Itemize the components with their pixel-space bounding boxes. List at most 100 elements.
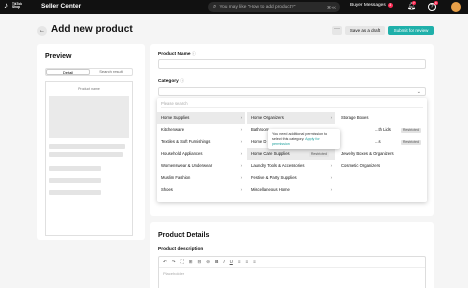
chevron-right-icon: › xyxy=(330,115,332,120)
image-icon[interactable]: ⊞ xyxy=(189,259,193,265)
category-item-label: ...s xyxy=(375,139,381,144)
category-item-label: Jewelry Boxes & Organizers xyxy=(341,151,394,156)
category-item[interactable]: Household Appliances › xyxy=(157,148,245,160)
align-left-icon[interactable]: ≡ xyxy=(238,259,241,265)
category-item[interactable]: Festive & Party Supplies › xyxy=(247,172,335,184)
buyer-messages-badge: 3 xyxy=(387,3,393,8)
save-draft-button[interactable]: Save as a draft xyxy=(345,26,385,35)
align-right-icon[interactable]: ≡ xyxy=(253,259,256,265)
category-item-label: Womenswear & Underwear xyxy=(161,163,213,168)
editor-toolbar: ↶ ↷ ⛶ ⊞ ⊟ ⊖ B I U ≡ ≡ ≡ xyxy=(159,257,425,268)
redo-icon[interactable]: ↷ xyxy=(172,259,176,265)
logo-text: TikTok Shop xyxy=(12,1,22,9)
category-item[interactable]: ...s Restricted xyxy=(337,136,425,148)
preview-title: Preview xyxy=(45,53,72,60)
category-item[interactable]: Home Supplies › xyxy=(157,112,245,124)
align-center-icon[interactable]: ≡ xyxy=(245,259,248,265)
italic-icon[interactable]: I xyxy=(223,259,224,265)
category-item[interactable]: Cosmetic Organizers xyxy=(337,160,425,172)
category-item-label: Miscellaneous Home xyxy=(251,187,290,192)
search-icon: ⌕ xyxy=(213,3,217,10)
preview-tabs: Detail Search result xyxy=(45,68,133,76)
chevron-right-icon: › xyxy=(240,151,242,156)
category-item[interactable]: Laundry Tools & Accessories › xyxy=(247,160,335,172)
info-icon[interactable]: ⓘ xyxy=(192,51,196,56)
tab-detail[interactable]: Detail xyxy=(46,69,90,75)
category-item[interactable]: Kitchenware › xyxy=(157,124,245,136)
undo-icon[interactable]: ↶ xyxy=(163,259,167,265)
skeleton-line xyxy=(49,144,125,149)
chevron-right-icon: › xyxy=(330,175,332,180)
phone-product-name: Product name xyxy=(78,87,100,91)
category-column-2: Home Organizers › Bathroom Home D Home Ca… xyxy=(247,112,335,196)
search-shortcut: ⌘+K xyxy=(326,4,336,10)
avatar[interactable] xyxy=(451,2,461,12)
category-search-input[interactable]: Please search xyxy=(161,100,423,108)
preview-panel: Preview Detail Search result Product nam… xyxy=(37,44,145,240)
chevron-right-icon: › xyxy=(240,127,242,132)
category-item-label: Home Supplies xyxy=(161,115,190,120)
skeleton-line xyxy=(49,152,123,157)
product-name-label: Product Name ⓘ xyxy=(158,51,196,57)
tab-search-result[interactable]: Search result xyxy=(90,69,132,75)
category-select[interactable]: ⌄ xyxy=(158,87,426,96)
product-details-panel: Product Details Product description ↶ ↷ … xyxy=(150,222,434,288)
category-item-label: Festive & Party Supplies xyxy=(251,175,297,180)
category-item[interactable]: Jewelry Boxes & Organizers xyxy=(337,148,425,160)
product-name-input[interactable] xyxy=(158,59,426,69)
permission-tooltip: You need additional permission to select… xyxy=(268,129,340,149)
category-item-label: Home Organizers xyxy=(251,115,284,120)
category-item-label: Shoes xyxy=(161,187,173,192)
product-description-label: Product description xyxy=(158,247,204,252)
restricted-badge: Restricted xyxy=(400,127,421,133)
info-icon[interactable]: ⓘ xyxy=(180,78,184,83)
product-details-title: Product Details xyxy=(158,232,210,239)
fullscreen-icon[interactable]: ⛶ xyxy=(181,259,184,265)
search-bar[interactable]: ⌕ You may like "How to add product?" ⌘+K xyxy=(208,2,340,12)
category-item-label: Home D xyxy=(251,139,267,144)
table-icon[interactable]: ⊟ xyxy=(198,259,202,265)
top-bar: ♪ TikTok Shop Seller Center ⌕ You may li… xyxy=(0,0,468,14)
category-item-label: Kitchenware xyxy=(161,127,185,132)
chevron-right-icon: › xyxy=(240,175,242,180)
category-item[interactable]: Home Care Supplies Restricted xyxy=(247,148,335,160)
category-item-label: Muslim Fashion xyxy=(161,175,191,180)
submit-review-button[interactable]: Submit for review xyxy=(388,26,434,35)
skeleton-line xyxy=(49,178,101,183)
tiktok-logo-icon: ♪ xyxy=(4,1,8,10)
category-label-text: Category xyxy=(158,79,179,84)
category-column-1: Home Supplies › Kitchenware › Textiles & S… xyxy=(157,112,245,196)
category-item[interactable]: ...th Lids Restricted xyxy=(337,124,425,136)
category-item[interactable]: Muslim Fashion › xyxy=(157,172,245,184)
skeleton-line xyxy=(49,190,101,195)
app-name: Seller Center xyxy=(41,3,82,10)
category-item[interactable]: Womenswear & Underwear › xyxy=(157,160,245,172)
category-item[interactable]: Textiles & Soft Furnishings › xyxy=(157,136,245,148)
page-title: Add new product xyxy=(51,24,133,35)
category-label: Category ⓘ xyxy=(158,78,184,84)
chevron-right-icon: › xyxy=(240,163,242,168)
category-item-label: ...th Lids xyxy=(375,127,391,132)
category-item[interactable]: Storage Boxes xyxy=(337,112,425,124)
phone-preview: Product name xyxy=(45,81,133,236)
description-editor[interactable]: ↶ ↷ ⛶ ⊞ ⊟ ⊖ B I U ≡ ≡ ≡ Placeholder xyxy=(158,256,426,288)
category-item-label: Textiles & Soft Furnishings xyxy=(161,139,211,144)
notification-badge: 7 xyxy=(412,1,416,5)
skeleton-line xyxy=(49,166,101,171)
category-item-label: Cosmetic Organizers xyxy=(341,163,381,168)
back-arrow-icon[interactable]: ← xyxy=(37,26,47,36)
category-item-label: Household Appliances xyxy=(161,151,203,156)
category-item[interactable]: Home Organizers › xyxy=(247,112,335,124)
category-item-label: Home Care Supplies xyxy=(251,151,290,156)
buyer-messages-label: Buyer Messages xyxy=(350,3,386,8)
bold-icon[interactable]: B xyxy=(215,259,218,265)
buyer-messages-button[interactable]: Buyer Messages 3 xyxy=(350,3,393,8)
underline-icon[interactable]: U xyxy=(230,259,233,265)
chevron-down-icon: ⌄ xyxy=(416,89,421,95)
help-badge: 9 xyxy=(434,1,438,5)
tiktok-shop-logo[interactable]: ♪ TikTok Shop xyxy=(4,2,26,10)
category-item[interactable]: Shoes › xyxy=(157,184,245,196)
category-item[interactable]: Miscellaneous Home › xyxy=(247,184,335,196)
clear-format-icon[interactable]: ⊖ xyxy=(206,259,210,265)
more-options-button[interactable]: ··· xyxy=(332,26,342,35)
